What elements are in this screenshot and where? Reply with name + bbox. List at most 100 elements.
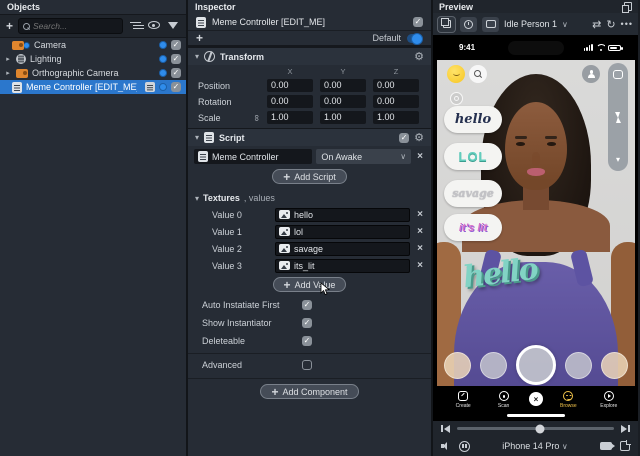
advanced-checkbox[interactable] bbox=[302, 360, 312, 370]
add-script-button[interactable]: + Add Script bbox=[272, 169, 347, 184]
lens-item[interactable] bbox=[565, 352, 592, 379]
lens-item[interactable] bbox=[444, 352, 471, 379]
texture-field-0[interactable]: hello bbox=[275, 208, 410, 222]
visibility-icon[interactable] bbox=[147, 21, 161, 31]
record-video-icon[interactable] bbox=[600, 442, 612, 450]
position-label: Position bbox=[198, 81, 260, 91]
script-asset-field[interactable]: Meme Controller bbox=[194, 149, 312, 164]
lens-item[interactable] bbox=[480, 352, 507, 379]
collapse-chevron-icon[interactable]: ▾ bbox=[195, 52, 199, 61]
add-value-button[interactable]: + Add Value bbox=[273, 277, 347, 292]
add-object-button[interactable]: + bbox=[6, 21, 13, 31]
remove-value-button[interactable]: × bbox=[415, 209, 425, 220]
duplicate-view-button[interactable] bbox=[438, 17, 455, 32]
default-toggle[interactable] bbox=[407, 34, 423, 43]
sticker-its-lit[interactable]: it's lit bbox=[444, 214, 502, 241]
add-friend-button[interactable] bbox=[582, 65, 600, 83]
visible-dot[interactable] bbox=[159, 83, 167, 91]
swap-icon[interactable]: ⇄ bbox=[592, 18, 601, 31]
rotation-x-field[interactable]: 0.00 bbox=[267, 95, 313, 108]
visible-dot[interactable] bbox=[159, 69, 167, 77]
flip-camera-icon[interactable] bbox=[613, 70, 623, 79]
remove-value-button[interactable]: × bbox=[415, 260, 425, 271]
position-y-field[interactable]: 0.00 bbox=[320, 79, 366, 92]
sticker-savage[interactable]: savage bbox=[444, 180, 502, 207]
pause-button[interactable] bbox=[459, 441, 470, 452]
chevron-down-icon[interactable]: ▾ bbox=[616, 155, 620, 164]
remove-script-button[interactable]: × bbox=[415, 151, 425, 162]
nav-explore[interactable]: Explore bbox=[594, 391, 624, 409]
gear-icon[interactable]: ⚙ bbox=[414, 133, 424, 143]
script-enabled-checkbox[interactable]: ✓ bbox=[399, 133, 409, 143]
sticker-hello[interactable]: hello bbox=[444, 106, 502, 133]
enabled-checkbox[interactable]: ✓ bbox=[171, 54, 181, 64]
nav-browse[interactable]: Browse bbox=[553, 391, 583, 409]
enabled-checkbox[interactable]: ✓ bbox=[171, 82, 181, 92]
more-options-button[interactable]: ••• bbox=[621, 19, 633, 29]
auto-instantiate-checkbox[interactable]: ✓ bbox=[302, 300, 312, 310]
collapse-chevron-icon[interactable]: ▾ bbox=[195, 133, 199, 142]
transform-section-header[interactable]: ▾ Transform ⚙ bbox=[188, 47, 431, 65]
expand-chevron-icon[interactable]: ▸ bbox=[4, 55, 12, 63]
step-forward-button[interactable] bbox=[621, 425, 630, 433]
persona-dropdown[interactable]: Idle Person 1 bbox=[504, 19, 557, 29]
simulation-time-button[interactable] bbox=[460, 17, 477, 32]
filter-icon[interactable] bbox=[166, 21, 180, 31]
reload-icon[interactable]: ↻ bbox=[606, 18, 615, 31]
close-lens-button[interactable]: × bbox=[529, 392, 543, 406]
script-section-header[interactable]: ▾ Script ✓ ⚙ bbox=[188, 128, 431, 146]
timeline-handle[interactable] bbox=[536, 424, 545, 433]
popout-window-icon[interactable] bbox=[624, 2, 632, 11]
remove-value-button[interactable]: × bbox=[415, 226, 425, 237]
enabled-checkbox[interactable]: ✓ bbox=[171, 68, 181, 78]
expand-chevron-icon[interactable]: ▸ bbox=[4, 69, 12, 77]
screenshot-icon[interactable] bbox=[620, 441, 630, 451]
show-instantiator-checkbox[interactable]: ✓ bbox=[302, 318, 312, 328]
texture-field-3[interactable]: its_lit bbox=[275, 259, 410, 273]
collapse-chevron-icon[interactable]: ▾ bbox=[195, 194, 199, 203]
position-z-field[interactable]: 0.00 bbox=[373, 79, 419, 92]
add-component-button[interactable]: + Add Component bbox=[260, 384, 358, 399]
nav-scan[interactable]: Scan bbox=[489, 391, 519, 409]
object-enabled-checkbox[interactable]: ✓ bbox=[413, 17, 423, 27]
device-dropdown[interactable]: iPhone 14 Pro ∨ bbox=[478, 441, 592, 451]
timeline-track[interactable] bbox=[457, 427, 615, 430]
speaker-icon[interactable] bbox=[441, 442, 451, 451]
lens-carousel[interactable] bbox=[437, 341, 635, 386]
link-scale-icon[interactable]: ∞ bbox=[252, 114, 262, 120]
tree-item-lighting[interactable]: ▸ Lighting ✓ bbox=[0, 52, 186, 66]
scale-z-field[interactable]: 1.00 bbox=[373, 111, 419, 124]
sticker-lol[interactable]: LOL bbox=[444, 143, 502, 170]
texture-field-2[interactable]: savage bbox=[275, 242, 410, 256]
bitmoji-avatar[interactable] bbox=[447, 65, 465, 83]
tree-item-orthographic-camera[interactable]: ▸ Orthographic Camera ✓ bbox=[0, 66, 186, 80]
remove-value-button[interactable]: × bbox=[415, 243, 425, 254]
tree-item-camera[interactable]: Camera ✓ bbox=[0, 38, 186, 52]
hierarchy-icon[interactable] bbox=[128, 21, 142, 32]
search-button[interactable] bbox=[469, 65, 487, 83]
lens-item-selected[interactable] bbox=[516, 345, 556, 385]
rotation-y-field[interactable]: 0.00 bbox=[320, 95, 366, 108]
step-back-button[interactable] bbox=[441, 425, 450, 433]
enabled-checkbox[interactable]: ✓ bbox=[171, 40, 181, 50]
lens-item[interactable] bbox=[601, 352, 628, 379]
script-event-dropdown[interactable]: On Awake ∨ bbox=[316, 149, 411, 164]
clock-text: 9:41 bbox=[459, 43, 475, 52]
flip-camera-button[interactable] bbox=[482, 17, 499, 32]
scale-y-field[interactable]: 1.00 bbox=[320, 111, 366, 124]
add-button[interactable]: + bbox=[196, 33, 203, 43]
texture-field-1[interactable]: lol bbox=[275, 225, 410, 239]
textures-header[interactable]: ▾ Textures , values bbox=[188, 188, 431, 206]
search-input[interactable] bbox=[33, 21, 118, 31]
objects-search[interactable] bbox=[18, 18, 123, 34]
position-x-field[interactable]: 0.00 bbox=[267, 79, 313, 92]
visible-dot[interactable] bbox=[159, 41, 167, 49]
nav-create[interactable]: Create bbox=[448, 391, 478, 409]
flash-off-icon[interactable] bbox=[614, 112, 622, 123]
visible-dot[interactable] bbox=[159, 55, 167, 63]
scale-x-field[interactable]: 1.00 bbox=[267, 111, 313, 124]
deleteable-checkbox[interactable]: ✓ bbox=[302, 336, 312, 346]
rotation-z-field[interactable]: 0.00 bbox=[373, 95, 419, 108]
tree-item-meme-controller[interactable]: Meme Controller [EDIT_ME] ✓ bbox=[0, 80, 186, 94]
gear-icon[interactable]: ⚙ bbox=[414, 52, 424, 62]
